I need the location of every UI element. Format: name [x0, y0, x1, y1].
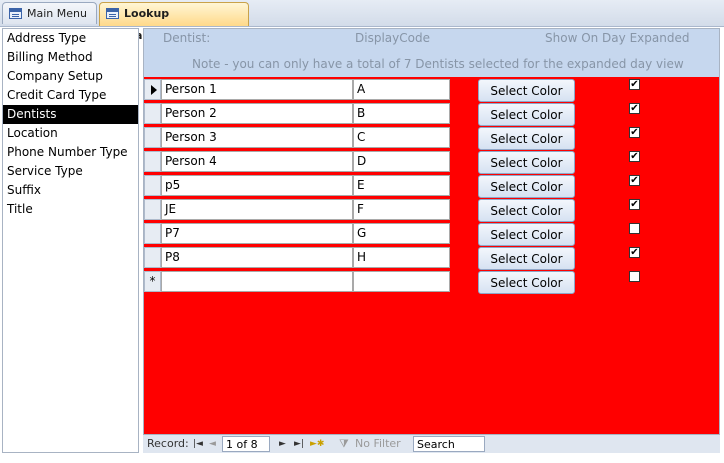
show-on-day-expanded-checkbox[interactable]: ✔	[629, 103, 640, 114]
dentist-limit-note: Note - you can only have a total of 7 De…	[192, 57, 684, 71]
record-selector[interactable]	[144, 127, 161, 148]
lookup-item[interactable]: Credit Card Type	[3, 86, 138, 105]
current-record-field[interactable]: 1 of 8	[222, 436, 270, 452]
search-input[interactable]: Search	[413, 436, 485, 452]
new-record-row: * Select Color	[144, 271, 719, 295]
tab-main-menu[interactable]: Main Menu	[2, 2, 97, 24]
display-code-column-header: DisplayCode	[355, 31, 430, 45]
table-row: Person 3 C Select Color ✔	[144, 127, 719, 151]
table-row: Person 1 A Select Color ✔	[144, 79, 719, 103]
dentist-form: Dentist: DisplayCode Show On Day Expande…	[143, 28, 720, 453]
next-record-icon[interactable]: ►	[279, 436, 286, 452]
show-on-day-expanded-checkbox[interactable]	[629, 223, 640, 234]
filter-icon: ⧩	[339, 437, 349, 450]
lookup-item[interactable]: Title	[3, 200, 138, 219]
lookup-item[interactable]: Dentists	[3, 105, 138, 124]
dentist-name-field[interactable]: JE	[161, 199, 353, 220]
select-color-button[interactable]: Select Color	[478, 247, 575, 270]
lookup-item[interactable]: Service Type	[3, 162, 138, 181]
record-selector[interactable]	[144, 103, 161, 124]
dentist-name-field[interactable]: P8	[161, 247, 353, 268]
dentist-name-field[interactable]	[161, 271, 353, 292]
table-row: JE F Select Color ✔	[144, 199, 719, 223]
previous-record-icon[interactable]: ◄	[209, 436, 216, 452]
display-code-field[interactable]: F	[353, 199, 450, 220]
last-record-icon[interactable]: ►|	[294, 436, 304, 452]
show-on-day-expanded-checkbox[interactable]: ✔	[629, 79, 640, 90]
select-color-button[interactable]: Select Color	[478, 79, 575, 102]
record-selector[interactable]	[144, 79, 161, 100]
new-record-icon[interactable]: ►✱	[310, 436, 324, 452]
dentist-name-field[interactable]: p5	[161, 175, 353, 196]
show-on-day-expanded-checkbox[interactable]: ✔	[629, 151, 640, 162]
dentist-column-header: Dentist:	[163, 31, 211, 45]
show-on-day-expanded-header: Show On Day Expanded	[545, 31, 690, 45]
display-code-field[interactable]: C	[353, 127, 450, 148]
lookup-item[interactable]: Suffix	[3, 181, 138, 200]
table-row: p5 E Select Color ✔	[144, 175, 719, 199]
display-code-field[interactable]: B	[353, 103, 450, 124]
select-color-button[interactable]: Select Color	[478, 223, 575, 246]
lookup-item[interactable]: Company Setup	[3, 67, 138, 86]
dentist-name-field[interactable]: Person 4	[161, 151, 353, 172]
tab-lookup-maintenance[interactable]: Lookup Maintenance	[99, 2, 249, 42]
form-header: Dentist: DisplayCode Show On Day Expande…	[144, 29, 719, 77]
select-color-button[interactable]: Select Color	[478, 127, 575, 150]
select-color-button[interactable]: Select Color	[478, 199, 575, 222]
record-selector[interactable]	[144, 199, 161, 220]
record-selector[interactable]	[144, 247, 161, 268]
select-color-button[interactable]: Select Color	[478, 271, 575, 294]
display-code-field[interactable]: D	[353, 151, 450, 172]
show-on-day-expanded-checkbox[interactable]	[629, 271, 640, 282]
display-code-field[interactable]	[353, 271, 450, 292]
dentist-name-field[interactable]: Person 1	[161, 79, 353, 100]
display-code-field[interactable]: H	[353, 247, 450, 268]
select-color-button[interactable]: Select Color	[478, 103, 575, 126]
record-selector[interactable]	[144, 151, 161, 172]
show-on-day-expanded-checkbox[interactable]: ✔	[629, 199, 640, 210]
record-selector[interactable]	[144, 223, 161, 244]
table-row: Person 2 B Select Color ✔	[144, 103, 719, 127]
display-code-field[interactable]: A	[353, 79, 450, 100]
lookup-item[interactable]: Address Type	[3, 29, 138, 48]
record-navigation-bar: Record: |◄ ◄ 1 of 8 ► ►| ►✱ ⧩ No Filter …	[143, 434, 720, 453]
display-code-field[interactable]: E	[353, 175, 450, 196]
lookup-type-list[interactable]: Address Type Billing Method Company Setup C…	[2, 28, 139, 453]
table-row: P8 H Select Color ✔	[144, 247, 719, 271]
show-on-day-expanded-checkbox[interactable]: ✔	[629, 127, 640, 138]
table-row: P7 G Select Color	[144, 223, 719, 247]
show-on-day-expanded-checkbox[interactable]: ✔	[629, 247, 640, 258]
show-on-day-expanded-checkbox[interactable]: ✔	[629, 175, 640, 186]
document-tab-bar: Main Menu Lookup Maintenance	[0, 0, 724, 42]
lookup-item[interactable]: Location	[3, 124, 138, 143]
record-label: Record:	[147, 437, 189, 450]
table-row: Person 4 D Select Color ✔	[144, 151, 719, 175]
dentist-name-field[interactable]: P7	[161, 223, 353, 244]
no-filter-button[interactable]: No Filter	[355, 436, 401, 452]
display-code-field[interactable]: G	[353, 223, 450, 244]
select-color-button[interactable]: Select Color	[478, 151, 575, 174]
form-icon	[106, 8, 119, 19]
tab-label: Main Menu	[27, 7, 87, 20]
record-selector[interactable]	[144, 175, 161, 196]
form-icon	[9, 8, 22, 19]
record-selector[interactable]: *	[144, 271, 161, 292]
lookup-item[interactable]: Phone Number Type	[3, 143, 138, 162]
first-record-icon[interactable]: |◄	[193, 436, 203, 452]
dentist-name-field[interactable]: Person 2	[161, 103, 353, 124]
lookup-item[interactable]: Billing Method	[3, 48, 138, 67]
dentist-name-field[interactable]: Person 3	[161, 127, 353, 148]
select-color-button[interactable]: Select Color	[478, 175, 575, 198]
